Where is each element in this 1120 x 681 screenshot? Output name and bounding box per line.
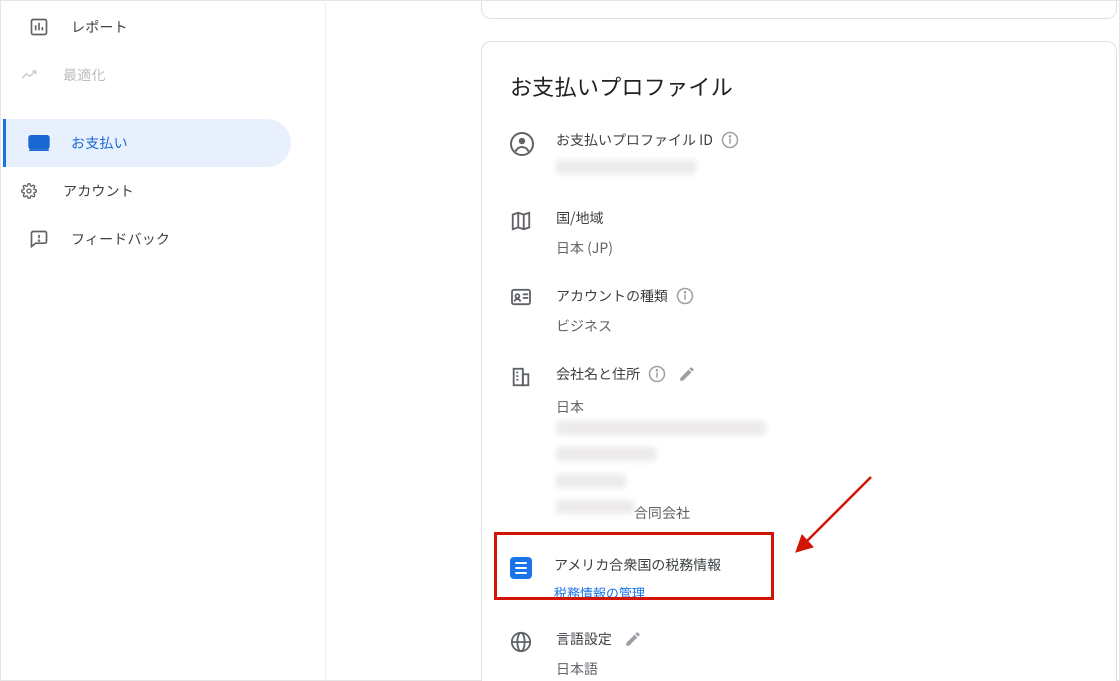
row-tax-info: アメリカ合衆国の税務情報 税務情報の管理 [510, 555, 1088, 603]
edit-icon[interactable] [678, 365, 696, 383]
company-suffix: 合同会社 [634, 503, 690, 523]
sidebar-item-account[interactable]: アカウント [3, 167, 325, 215]
info-icon[interactable] [648, 365, 666, 383]
sidebar: レポート 最適化 お支払い [3, 3, 326, 680]
sidebar-item-label: 最適化 [63, 65, 106, 85]
person-icon [510, 132, 534, 156]
globe-icon [510, 631, 534, 655]
card-title: お支払いプロファイル [510, 70, 1088, 102]
map-icon [510, 210, 534, 234]
info-icon[interactable] [721, 131, 739, 149]
tax-info-label: アメリカ合衆国の税務情報 [554, 555, 721, 575]
account-type-label: アカウントの種類 [556, 286, 668, 306]
row-language: 言語設定 日本語 [510, 629, 1088, 679]
building-icon [510, 366, 534, 390]
company-label: 会社名と住所 [556, 364, 640, 384]
edit-icon[interactable] [624, 630, 642, 648]
country-value: 日本 (JP) [556, 238, 1088, 258]
previous-card-bottom [481, 1, 1117, 19]
sidebar-item-payments[interactable]: お支払い [3, 119, 291, 167]
row-account-type: アカウントの種類 ビジネス [510, 286, 1088, 336]
company-line-1: 日本 [556, 394, 1088, 421]
sidebar-item-label: アカウント [63, 181, 134, 201]
gear-icon [21, 179, 37, 203]
company-value: 日本 xxxxxxxxxxxxxxxxxxxxxxxxx xxxxxxxxxx … [556, 394, 1088, 527]
sidebar-item-reports[interactable]: レポート [3, 3, 325, 51]
payment-profile-card: お支払いプロファイル お支払いプロファイル ID [481, 41, 1117, 681]
feedback-icon [27, 227, 51, 251]
payments-icon [27, 131, 51, 155]
main-content: お支払いプロファイル お支払いプロファイル ID [481, 1, 1119, 681]
sidebar-item-label: お支払い [71, 133, 128, 153]
row-country: 国/地域 日本 (JP) [510, 208, 1088, 258]
sidebar-item-label: フィードバック [71, 229, 170, 249]
country-label: 国/地域 [556, 208, 604, 228]
profile-id-label: お支払いプロファイル ID [556, 130, 713, 150]
manage-tax-info-link[interactable]: 税務情報の管理 [554, 583, 645, 602]
sidebar-item-feedback[interactable]: フィードバック [3, 215, 325, 263]
row-profile-id: お支払いプロファイル ID xxxxxxxxxxxxxxxx [510, 130, 1088, 180]
account-type-value: ビジネス [556, 316, 1088, 336]
sidebar-item-optimization[interactable]: 最適化 [3, 51, 325, 99]
bar-chart-icon [27, 15, 51, 39]
profile-id-value: xxxxxxxxxxxxxxxx [556, 160, 1088, 180]
info-icon[interactable] [676, 287, 694, 305]
language-value: 日本語 [556, 659, 1088, 679]
row-company: 会社名と住所 日本 xxxxxxxxxxxxxxxxxxxxxxxxx xxxx… [510, 364, 1088, 527]
trend-up-icon [21, 63, 37, 87]
language-label: 言語設定 [556, 629, 612, 649]
list-icon [510, 557, 532, 579]
sidebar-item-label: レポート [71, 17, 128, 37]
id-card-icon [510, 288, 534, 312]
